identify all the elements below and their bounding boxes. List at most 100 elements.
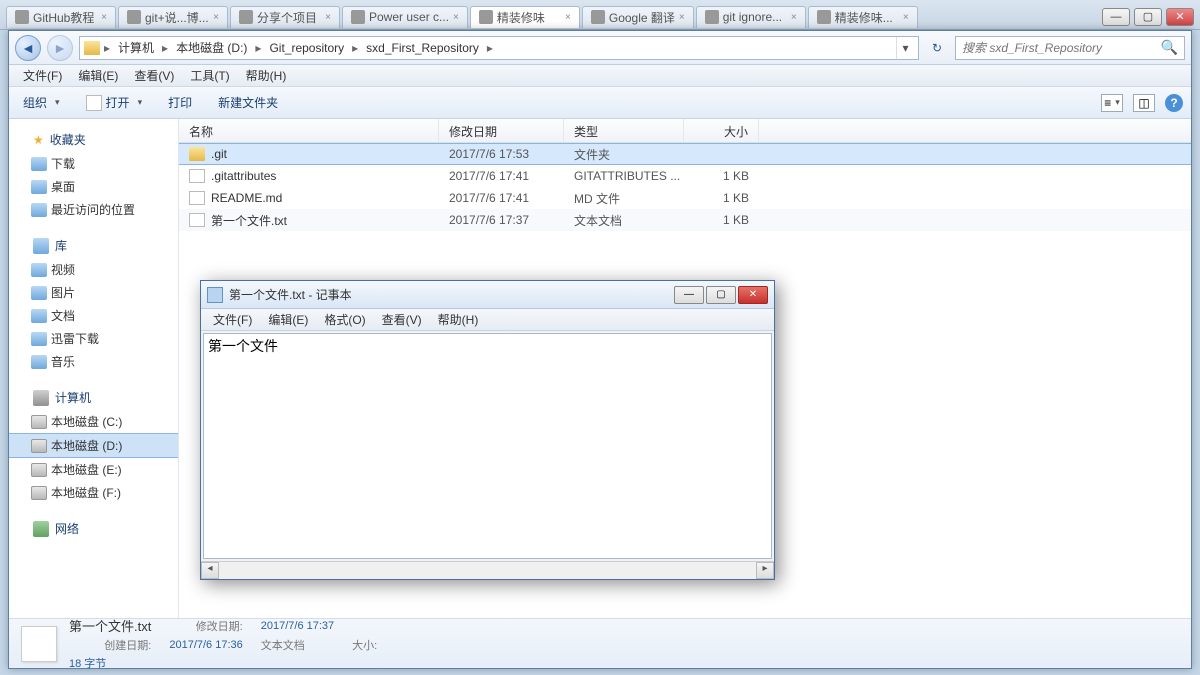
chevron-down-icon[interactable]: ▾ bbox=[896, 37, 914, 59]
breadcrumb-item[interactable]: sxd_First_Repository bbox=[362, 39, 483, 57]
browser-tab[interactable]: git ignore...× bbox=[696, 6, 806, 28]
column-header-date[interactable]: 修改日期 bbox=[439, 119, 564, 142]
file-row[interactable]: 第一个文件.txt 2017/7/6 17:37 文本文档 1 KB bbox=[179, 209, 1191, 231]
details-label: 大小: bbox=[352, 637, 377, 653]
chevron-right-icon[interactable]: ▸ bbox=[350, 41, 360, 55]
details-value: 18 字节 bbox=[69, 655, 151, 671]
sidebar-item-downloads[interactable]: 下载 bbox=[9, 152, 178, 175]
sidebar-item-recent[interactable]: 最近访问的位置 bbox=[9, 198, 178, 221]
sidebar-computer[interactable]: 计算机 bbox=[9, 385, 178, 410]
close-icon[interactable]: × bbox=[325, 12, 331, 23]
refresh-button[interactable]: ↻ bbox=[925, 36, 949, 60]
menu-help[interactable]: 帮助(H) bbox=[430, 309, 487, 330]
chevron-right-icon[interactable]: ▸ bbox=[160, 41, 170, 55]
file-row[interactable]: .git 2017/7/6 17:53 文件夹 bbox=[179, 143, 1191, 165]
sidebar-item-desktop[interactable]: 桌面 bbox=[9, 175, 178, 198]
back-button[interactable]: ◄ bbox=[15, 35, 41, 61]
help-icon[interactable]: ? bbox=[1165, 94, 1183, 112]
breadcrumb-item[interactable]: Git_repository bbox=[265, 39, 348, 57]
menu-edit[interactable]: 编辑(E) bbox=[260, 309, 316, 330]
sidebar-item-thunder[interactable]: 迅雷下载 bbox=[9, 327, 178, 350]
sidebar-item-music[interactable]: 音乐 bbox=[9, 350, 178, 373]
folder-icon bbox=[84, 41, 100, 55]
chevron-right-icon[interactable]: ▸ bbox=[102, 41, 112, 55]
forward-button[interactable]: ► bbox=[47, 35, 73, 61]
sidebar-item-videos[interactable]: 视频 bbox=[9, 258, 178, 281]
details-value: 2017/7/6 17:37 bbox=[261, 620, 334, 632]
browser-tab[interactable]: Power user c...× bbox=[342, 6, 468, 28]
notepad-titlebar[interactable]: 第一个文件.txt - 记事本 — ▢ ✕ bbox=[201, 281, 774, 309]
library-icon bbox=[33, 238, 49, 254]
download-icon bbox=[31, 332, 47, 346]
browser-tab[interactable]: GitHub教程× bbox=[6, 6, 116, 28]
menu-format[interactable]: 格式(O) bbox=[316, 309, 373, 330]
window-controls: — ▢ ✕ bbox=[1102, 8, 1194, 26]
sidebar-item-disk-f[interactable]: 本地磁盘 (F:) bbox=[9, 481, 178, 504]
maximize-button[interactable]: ▢ bbox=[706, 286, 736, 304]
sidebar-item-disk-c[interactable]: 本地磁盘 (C:) bbox=[9, 410, 178, 433]
scroll-left-button[interactable]: ◂ bbox=[201, 562, 219, 579]
open-button[interactable]: 打开 bbox=[80, 90, 149, 115]
sidebar-favorites[interactable]: ★收藏夹 bbox=[9, 127, 178, 152]
menu-tools[interactable]: 工具(T) bbox=[182, 65, 237, 86]
file-row[interactable]: .gitattributes 2017/7/6 17:41 GITATTRIBU… bbox=[179, 165, 1191, 187]
menu-help[interactable]: 帮助(H) bbox=[238, 65, 295, 86]
close-icon[interactable]: × bbox=[213, 12, 219, 23]
file-row[interactable]: README.md 2017/7/6 17:41 MD 文件 1 KB bbox=[179, 187, 1191, 209]
browser-tab[interactable]: Google 翻译× bbox=[582, 6, 694, 28]
search-input[interactable] bbox=[962, 41, 1161, 55]
sidebar-item-documents[interactable]: 文档 bbox=[9, 304, 178, 327]
search-box[interactable]: 🔍 bbox=[955, 36, 1185, 60]
breadcrumb-item[interactable]: 本地磁盘 (D:) bbox=[172, 37, 251, 58]
minimize-button[interactable]: — bbox=[1102, 8, 1130, 26]
menu-view[interactable]: 查看(V) bbox=[374, 309, 430, 330]
disk-icon bbox=[31, 415, 47, 429]
print-button[interactable]: 打印 bbox=[162, 90, 198, 115]
sidebar-libraries[interactable]: 库 bbox=[9, 233, 178, 258]
menu-file[interactable]: 文件(F) bbox=[15, 65, 70, 86]
close-icon[interactable]: × bbox=[565, 12, 571, 23]
close-icon[interactable]: × bbox=[101, 12, 107, 23]
notepad-textarea[interactable]: 第一个文件 bbox=[203, 333, 772, 559]
close-button[interactable]: ✕ bbox=[738, 286, 768, 304]
scroll-right-button[interactable]: ▸ bbox=[756, 562, 774, 579]
browser-tab[interactable]: 精装修味× bbox=[470, 6, 580, 28]
menu-bar: 文件(F) 编辑(E) 查看(V) 工具(T) 帮助(H) bbox=[9, 65, 1191, 87]
details-filename: 第一个文件.txt bbox=[69, 616, 151, 635]
navigation-pane: ★收藏夹 下载 桌面 最近访问的位置 库 视频 图片 文档 迅雷下载 音乐 计算… bbox=[9, 119, 179, 618]
close-icon[interactable]: × bbox=[791, 12, 797, 23]
sidebar-item-pictures[interactable]: 图片 bbox=[9, 281, 178, 304]
close-icon[interactable]: × bbox=[453, 12, 459, 23]
sidebar-item-disk-e[interactable]: 本地磁盘 (E:) bbox=[9, 458, 178, 481]
menu-file[interactable]: 文件(F) bbox=[205, 309, 260, 330]
details-pane: 第一个文件.txt 修改日期: 2017/7/6 17:37 创建日期: 201… bbox=[9, 618, 1191, 668]
view-options-button[interactable]: ≡ bbox=[1101, 94, 1123, 112]
preview-pane-button[interactable]: ◫ bbox=[1133, 94, 1155, 112]
maximize-button[interactable]: ▢ bbox=[1134, 8, 1162, 26]
file-icon bbox=[189, 169, 205, 183]
sidebar-item-disk-d[interactable]: 本地磁盘 (D:) bbox=[9, 433, 178, 458]
close-icon[interactable]: × bbox=[903, 12, 909, 23]
details-filetype: 文本文档 bbox=[261, 637, 334, 653]
search-icon[interactable]: 🔍 bbox=[1161, 39, 1178, 56]
column-header-type[interactable]: 类型 bbox=[564, 119, 684, 142]
chevron-right-icon[interactable]: ▸ bbox=[485, 41, 495, 55]
menu-edit[interactable]: 编辑(E) bbox=[70, 65, 126, 86]
horizontal-scrollbar[interactable]: ◂ ▸ bbox=[201, 561, 774, 579]
column-header-size[interactable]: 大小 bbox=[684, 119, 759, 142]
browser-tab[interactable]: git+说...博...× bbox=[118, 6, 228, 28]
menu-view[interactable]: 查看(V) bbox=[126, 65, 182, 86]
sidebar-network[interactable]: 网络 bbox=[9, 516, 178, 541]
breadcrumb-item[interactable]: 计算机 bbox=[114, 37, 158, 58]
organize-button[interactable]: 组织 bbox=[17, 90, 66, 115]
minimize-button[interactable]: — bbox=[674, 286, 704, 304]
close-button[interactable]: ✕ bbox=[1166, 8, 1194, 26]
chevron-right-icon[interactable]: ▸ bbox=[253, 41, 263, 55]
column-header-name[interactable]: 名称 bbox=[179, 119, 439, 142]
close-icon[interactable]: × bbox=[679, 12, 685, 23]
browser-tab[interactable]: 分享个项目× bbox=[230, 6, 340, 28]
browser-tab[interactable]: 精装修味...× bbox=[808, 6, 918, 28]
new-folder-button[interactable]: 新建文件夹 bbox=[212, 90, 284, 115]
computer-icon bbox=[33, 390, 49, 406]
breadcrumb[interactable]: ▸ 计算机 ▸ 本地磁盘 (D:) ▸ Git_repository ▸ sxd… bbox=[79, 36, 919, 60]
